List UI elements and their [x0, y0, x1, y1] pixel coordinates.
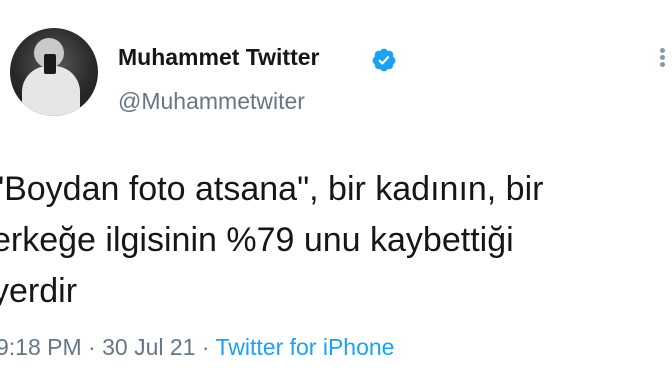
display-name[interactable]: Muhammet Twitter: [118, 44, 319, 71]
tweet-text-line: yerdir: [0, 272, 78, 310]
tweet-time[interactable]: 9:18 PM: [0, 334, 82, 360]
more-options-icon[interactable]: [655, 44, 669, 70]
tweet-card: Muhammet Twitter @Muhammetwiter "Boydan …: [0, 0, 672, 378]
tweet-meta: 9:18 PM · 30 Jul 21 · Twitter for iPhone: [0, 334, 394, 361]
tweet-source-link[interactable]: Twitter for iPhone: [216, 334, 395, 360]
tweet-date[interactable]: 30 Jul 21: [102, 334, 195, 360]
tweet-text-line: erkeğe ilgisinin %79 unu kaybettiği: [0, 221, 514, 259]
verified-badge-icon: [372, 48, 396, 72]
avatar[interactable]: [10, 28, 98, 116]
user-handle[interactable]: @Muhammetwiter: [118, 88, 305, 115]
tweet-text-line: "Boydan foto atsana", bir kadının, bir: [0, 170, 544, 208]
meta-separator: ·: [81, 334, 103, 360]
tweet-text: "Boydan foto atsana", bir kadının, bir e…: [0, 164, 672, 317]
meta-separator: ·: [195, 334, 216, 360]
avatar-phone: [44, 54, 56, 74]
